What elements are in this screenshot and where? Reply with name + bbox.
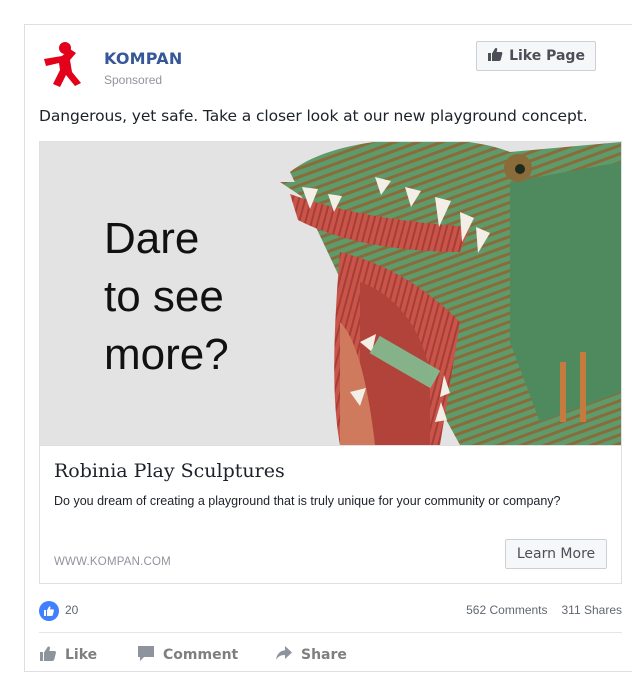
- share-action-label: Share: [301, 647, 347, 663]
- comments-count-link[interactable]: 562 Comments: [466, 603, 547, 617]
- like-action-label: Like: [65, 647, 98, 663]
- comment-bubble-icon: [137, 644, 155, 666]
- learn-more-button[interactable]: Learn More: [505, 539, 607, 569]
- post-stats: 20 562 Comments 311 Shares: [39, 599, 622, 623]
- like-page-label: Like Page: [509, 48, 585, 64]
- link-card[interactable]: Dare to see more? Robinia Play Sculpture…: [39, 141, 622, 584]
- share-action-button[interactable]: Share: [275, 641, 347, 669]
- sponsored-post: KOMPAN Sponsored Like Page Dangerous, ye…: [24, 24, 632, 672]
- post-header: KOMPAN Sponsored Like Page: [40, 39, 632, 95]
- thumbs-up-icon: [487, 46, 503, 66]
- headline-line: more?: [104, 330, 229, 379]
- comment-action-label: Comment: [163, 647, 239, 663]
- actions-divider: [39, 632, 622, 633]
- ad-image[interactable]: Dare to see more?: [40, 142, 621, 445]
- reaction-count[interactable]: 20: [65, 603, 78, 617]
- comment-share-counts: 562 Comments 311 Shares: [466, 603, 622, 617]
- page-name-link[interactable]: KOMPAN: [104, 49, 182, 68]
- ad-headline: Dare to see more?: [104, 210, 229, 384]
- comment-action-button[interactable]: Comment: [137, 641, 238, 669]
- post-actions: Like Comment Share: [39, 641, 622, 669]
- card-body[interactable]: Robinia Play Sculptures Do you dream of …: [40, 445, 621, 583]
- card-description: Do you dream of creating a playground th…: [54, 494, 561, 508]
- headline-line: Dare: [104, 214, 200, 263]
- card-title[interactable]: Robinia Play Sculptures: [54, 460, 285, 482]
- like-action-button[interactable]: Like: [39, 641, 97, 669]
- like-page-button[interactable]: Like Page: [476, 41, 596, 71]
- post-text: Dangerous, yet safe. Take a closer look …: [39, 107, 588, 125]
- headline-line: to see: [104, 272, 224, 321]
- thumbs-up-icon: [39, 644, 57, 666]
- like-reaction-icon[interactable]: [39, 601, 59, 621]
- sponsored-label[interactable]: Sponsored: [104, 73, 162, 87]
- share-arrow-icon: [275, 644, 293, 666]
- shares-count-link[interactable]: 311 Shares: [562, 603, 623, 617]
- kompan-logo-icon[interactable]: [40, 39, 90, 89]
- card-domain: WWW.KOMPAN.COM: [54, 556, 171, 568]
